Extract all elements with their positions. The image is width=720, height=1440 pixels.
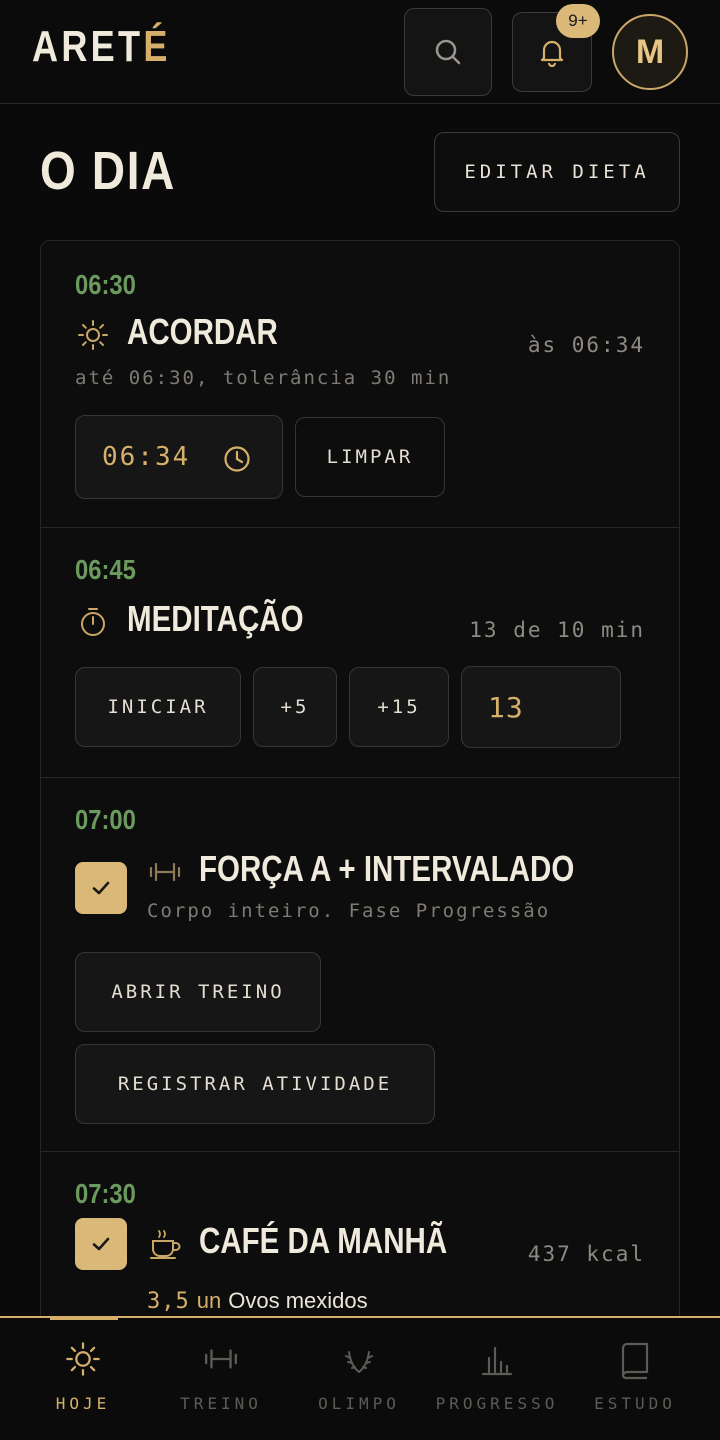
item-title: FORÇA A + INTERVALADO <box>199 848 575 889</box>
timer-icon <box>75 604 111 640</box>
search-icon <box>435 39 461 65</box>
notification-badge: 9+ <box>556 4 600 38</box>
add-5-button[interactable]: +5 <box>253 667 337 747</box>
minutes-input-value: 13 <box>488 690 524 724</box>
tab-label: TREINO <box>180 1394 262 1413</box>
food-unit: un <box>196 1288 222 1313</box>
dumbbell-icon <box>205 1349 237 1369</box>
check-icon <box>92 881 110 895</box>
start-button[interactable]: INICIAR <box>75 667 241 747</box>
item-time: 07:00 <box>75 804 136 835</box>
tab-olimpo[interactable]: OLIMPO <box>290 1318 428 1440</box>
bottom-nav: HOJE TREINO OLIMPO PROGRESSO ESTUDO <box>0 1316 720 1440</box>
avatar[interactable]: M <box>612 14 688 90</box>
search-button[interactable] <box>404 8 492 96</box>
tab-treino[interactable]: TREINO <box>152 1318 290 1440</box>
schedule-item-breakfast: 07:30 CAFÉ DA MANHÃ 437 kcal 3,5 un Ovos… <box>41 1152 679 1339</box>
tab-estudo[interactable]: ESTUDO <box>566 1318 704 1440</box>
item-checkbox[interactable] <box>75 1218 127 1270</box>
tab-label: OLIMPO <box>318 1394 400 1413</box>
sun-icon <box>66 1342 100 1376</box>
sun-icon <box>75 317 111 353</box>
item-checkbox[interactable] <box>75 862 127 914</box>
laurel-icon <box>345 1351 373 1373</box>
time-input-value: 06:34 <box>102 442 191 472</box>
item-title: MEDITAÇÃO <box>127 598 304 639</box>
tab-hoje[interactable]: HOJE <box>14 1318 152 1440</box>
edit-diet-button[interactable]: EDITAR DIETA <box>434 132 680 212</box>
page-title: O DIA <box>40 141 177 201</box>
clear-button[interactable]: LIMPAR <box>295 417 445 497</box>
food-qty: 3,5 <box>147 1289 190 1314</box>
app-logo[interactable]: ARETÉ <box>32 22 171 72</box>
register-activity-button[interactable]: REGISTRAR ATIVIDADE <box>75 1044 435 1124</box>
schedule-item-meditation: 06:45 MEDITAÇÃO 13 de 10 min INICIAR +5 … <box>41 528 679 778</box>
check-icon <box>92 1237 110 1251</box>
item-done-time: às 06:34 <box>527 333 645 357</box>
item-time: 06:45 <box>75 554 136 585</box>
item-subtitle: até 06:30, tolerância 30 min <box>75 367 452 389</box>
clock-icon[interactable] <box>222 444 252 474</box>
tab-progresso[interactable]: PROGRESSO <box>428 1318 566 1440</box>
item-title: CAFÉ DA MANHÃ <box>199 1220 448 1261</box>
tab-label: PROGRESSO <box>435 1394 559 1413</box>
app-header: ARETÉ 9+ M <box>0 0 720 104</box>
tab-label: HOJE <box>55 1394 111 1413</box>
item-subtitle: Corpo inteiro. Fase Progressão <box>147 900 551 922</box>
schedule-card: 06:30 ACORDAR às 06:34 até 06:30, tolerâ… <box>40 240 680 1340</box>
item-progress: 13 de 10 min <box>469 618 645 642</box>
food-row: 3,5 un Ovos mexidos <box>147 1288 368 1314</box>
bar-chart-icon <box>481 1346 513 1376</box>
open-workout-button[interactable]: ABRIR TREINO <box>75 952 321 1032</box>
food-name: Ovos mexidos <box>228 1288 368 1313</box>
bell-icon <box>540 40 564 67</box>
item-title: ACORDAR <box>127 311 278 352</box>
item-calories: 437 kcal <box>527 1242 645 1266</box>
coffee-cup-icon <box>147 1226 183 1262</box>
logo-text: ARET <box>32 22 144 71</box>
book-icon <box>621 1342 649 1380</box>
item-time: 06:30 <box>75 269 136 300</box>
schedule-item-wake: 06:30 ACORDAR às 06:34 até 06:30, tolerâ… <box>41 241 679 528</box>
item-time: 07:30 <box>75 1178 136 1209</box>
dumbbell-icon <box>147 854 183 890</box>
time-input[interactable]: 06:34 <box>75 415 283 499</box>
minutes-input[interactable]: 13 <box>461 666 621 748</box>
add-15-button[interactable]: +15 <box>349 667 449 747</box>
tab-label: ESTUDO <box>594 1394 676 1413</box>
schedule-item-workout: 07:00 FORÇA A + INTERVALADO Corpo inteir… <box>41 778 679 1152</box>
logo-accent: É <box>143 22 171 71</box>
